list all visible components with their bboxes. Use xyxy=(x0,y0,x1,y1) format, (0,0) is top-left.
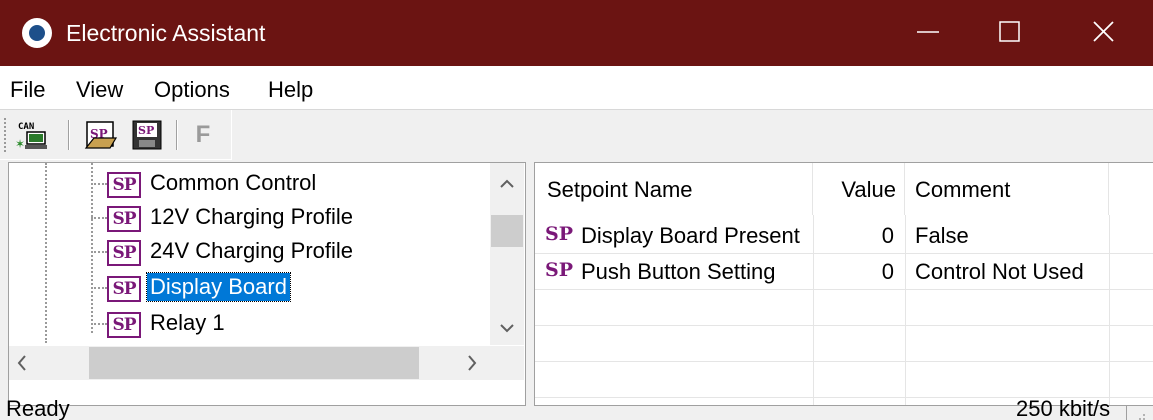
tree-item-label: 24V Charging Profile xyxy=(150,238,354,263)
tree-item-label: Common Control xyxy=(150,170,317,195)
f-icon: F xyxy=(195,121,211,148)
can-connect-button[interactable]: CAN ✶ xyxy=(14,118,48,152)
save-setpoints-button[interactable]: SP xyxy=(130,118,164,152)
toolbar-separator xyxy=(68,120,70,150)
setpoint-comment: False xyxy=(915,223,969,248)
status-text: Ready xyxy=(6,396,70,420)
close-icon xyxy=(1093,21,1114,42)
setpoint-name: Push Button Setting xyxy=(581,259,776,284)
setpoint-name: Display Board Present xyxy=(581,223,800,248)
svg-text:✶: ✶ xyxy=(15,137,25,151)
status-separator xyxy=(1126,406,1128,420)
setpoint-icon: SP xyxy=(107,206,141,232)
column-header-setpoint-name[interactable]: Setpoint Name xyxy=(535,163,813,215)
table-row[interactable]: SP Push Button Setting 0 Control Not Use… xyxy=(535,253,1153,289)
tree-item-label: Display Board xyxy=(146,272,291,302)
setpoint-value: 0 xyxy=(881,223,894,248)
resize-grip-icon[interactable] xyxy=(1133,412,1147,420)
open-setpoints-button[interactable]: SP xyxy=(84,118,118,152)
app-logo-icon xyxy=(22,18,52,48)
title-bar: Electronic Assistant xyxy=(0,0,1153,66)
toolbar-separator xyxy=(176,120,178,150)
status-bar: Ready 250 kbit/s xyxy=(0,396,1153,420)
column-header-comment[interactable]: Comment xyxy=(905,163,1109,215)
sp-open-icon: SP xyxy=(84,121,118,149)
menu-help[interactable]: Help xyxy=(268,77,313,103)
f-button[interactable]: F xyxy=(186,118,220,152)
scrollbar-thumb[interactable] xyxy=(491,215,523,247)
sp-save-icon: SP xyxy=(132,120,162,150)
column-header-value[interactable]: Value xyxy=(813,163,905,215)
chevron-right-icon xyxy=(468,355,477,371)
svg-text:CAN: CAN xyxy=(18,122,34,132)
toolbar-grip[interactable] xyxy=(4,118,8,152)
minimize-button[interactable] xyxy=(895,0,965,66)
chevron-left-icon xyxy=(17,355,26,371)
svg-text:SP: SP xyxy=(138,124,154,137)
setpoint-icon: SP xyxy=(545,223,574,245)
tree-guide-line xyxy=(45,163,47,343)
setpoint-icon: SP xyxy=(107,240,141,266)
setpoint-icon: SP xyxy=(107,312,141,338)
setpoint-icon: SP xyxy=(545,259,574,281)
minimize-icon xyxy=(917,31,939,33)
chevron-down-icon xyxy=(500,324,514,333)
can-connect-icon: CAN ✶ xyxy=(15,122,47,151)
setpoint-icon: SP xyxy=(107,172,141,198)
toolbar: CAN ✶ SP SP F xyxy=(0,110,232,160)
setpoint-icon: SP xyxy=(107,276,141,302)
menu-file[interactable]: File xyxy=(10,77,45,103)
menu-view[interactable]: View xyxy=(76,77,123,103)
close-button[interactable] xyxy=(1070,0,1140,66)
pane-splitter[interactable] xyxy=(526,162,534,406)
setpoint-list[interactable]: Setpoint Name Value Comment SP Display B… xyxy=(534,162,1153,406)
tree-vertical-scrollbar[interactable] xyxy=(490,163,524,345)
chevron-up-icon xyxy=(500,179,514,188)
tree-horizontal-scrollbar[interactable] xyxy=(9,346,490,380)
window-title: Electronic Assistant xyxy=(66,20,266,46)
table-row[interactable]: SP Display Board Present 0 False xyxy=(535,217,1153,253)
tree-item-label: 12V Charging Profile xyxy=(150,204,354,229)
menu-bar: File View Options Help xyxy=(0,66,1153,110)
setpoint-tree[interactable]: SP Common Control SP 12V Charging Profil… xyxy=(8,162,526,406)
maximize-icon xyxy=(999,21,1020,42)
maximize-button[interactable] xyxy=(976,0,1046,66)
setpoint-value: 0 xyxy=(881,259,894,284)
tree-item-label: Relay 1 xyxy=(150,310,225,335)
menu-options[interactable]: Options xyxy=(154,77,230,103)
scrollbar-thumb[interactable] xyxy=(89,347,419,379)
scrollbar-corner xyxy=(490,346,524,380)
setpoint-comment: Control Not Used xyxy=(915,259,1084,284)
tree-guide-line xyxy=(91,163,93,333)
bitrate-status: 250 kbit/s xyxy=(1016,396,1111,420)
